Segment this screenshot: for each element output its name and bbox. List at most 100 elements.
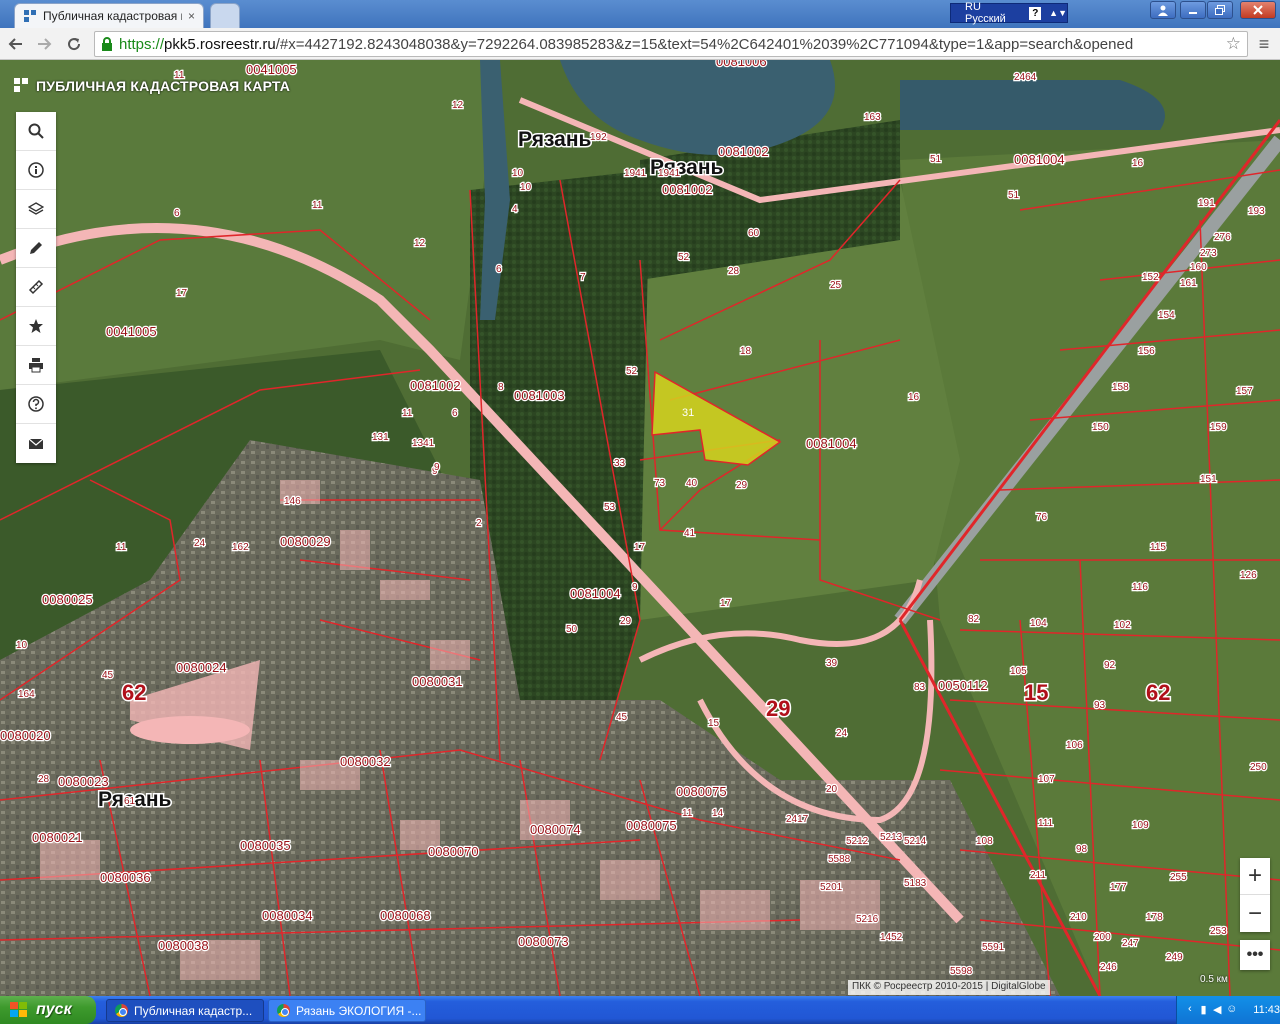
star-icon[interactable]	[16, 307, 56, 346]
parcel-label: 1941	[658, 168, 681, 179]
parcel-label: 16	[908, 392, 920, 403]
parcel-label: 10	[16, 640, 28, 651]
parcel-label: 250	[1250, 762, 1267, 773]
parcel-label: 17	[176, 288, 188, 299]
parcel-label: 28	[38, 774, 50, 785]
parcel-label: 255	[1170, 872, 1187, 883]
parcel-label: 157	[1236, 386, 1253, 397]
selected-parcel-label: 31	[682, 407, 694, 419]
parcel-label: 12	[452, 100, 464, 111]
pink-pond	[130, 716, 250, 744]
parcel-label: 53	[604, 502, 616, 513]
parcel-label: 61	[124, 796, 136, 807]
cadastral-quarter-label: 0041005	[106, 324, 157, 339]
mail-icon[interactable]	[16, 424, 56, 463]
parcel-label: 28	[728, 266, 740, 277]
city-label: Рязань	[518, 128, 592, 151]
cadastral-quarter-label: 0081004	[1014, 152, 1065, 167]
parcel-label: 45	[616, 712, 628, 723]
parcel-label: 10	[512, 168, 524, 179]
parcel-label: 16	[1132, 158, 1144, 169]
parcel-label: 73	[654, 478, 666, 489]
parcel-label: 5591	[982, 942, 1005, 953]
cadastral-map[interactable]: 31 Рязань Рязань Рязань 62 62 15 29 0041005 0081…	[0, 60, 1280, 996]
parcel-label: 246	[1100, 962, 1117, 973]
parcel-label: 5213	[880, 832, 903, 843]
parcel-label: 92	[1104, 660, 1116, 671]
parcel-label: 50	[566, 624, 578, 635]
rosreestr-favicon-icon	[23, 9, 37, 23]
user-profile-icon[interactable]	[1150, 1, 1176, 19]
layers-icon[interactable]	[16, 190, 56, 229]
cadastral-quarter-label: 0081006	[716, 60, 767, 69]
cadastral-quarter-label: 0080034	[262, 908, 313, 923]
cadastral-quarter-label: 0080075	[626, 818, 677, 833]
language-arrows-icon[interactable]: ▲▼	[1049, 8, 1067, 18]
language-help-icon[interactable]: ?	[1029, 6, 1042, 20]
more-options-button[interactable]: •••	[1240, 940, 1270, 970]
parcel-label: 193	[1248, 206, 1265, 217]
parcel-label: 164	[18, 689, 35, 700]
parcel-label: 158	[1112, 382, 1129, 393]
pencil-icon[interactable]	[16, 229, 56, 268]
minimize-button[interactable]	[1180, 1, 1206, 19]
parcel-label: 11	[312, 200, 323, 211]
parcel-label: 52	[678, 252, 690, 263]
parcel-label: 116	[1132, 582, 1148, 593]
url-path: /#x=4427192.8243048038&y=7292264.0839852…	[275, 35, 1134, 53]
cadastral-quarter-label: 0080068	[380, 908, 431, 923]
back-arrow-icon[interactable]	[4, 32, 28, 56]
ruler-icon[interactable]	[16, 268, 56, 307]
network-icon[interactable]: ▮	[1199, 1003, 1209, 1017]
cadastral-quarter-label: 0080036	[100, 870, 151, 885]
url-scheme: https://	[119, 35, 165, 53]
language-bar[interactable]: RU Русский ? ▲▼	[950, 1, 1068, 25]
parcel-label: 5598	[950, 966, 973, 977]
taskbar-item-label: Рязань ЭКОЛОГИЯ -...	[296, 1003, 422, 1018]
tray-arrow-icon[interactable]: ‹	[1185, 1003, 1195, 1017]
search-icon[interactable]	[16, 112, 56, 151]
parcel-label: 107	[1038, 774, 1055, 785]
tab-active[interactable]: Публичная кадастровая к ×	[14, 3, 204, 28]
window-titlebar: Публичная кадастровая к × RU Русский ? ▲…	[0, 0, 1280, 28]
parcel-label: 154	[1158, 310, 1175, 321]
parcel-label: 51	[1008, 190, 1020, 201]
close-window-button[interactable]	[1240, 1, 1276, 19]
map-canvas[interactable]: 31 РязаньРязаньРязань62 62152900410050081…	[0, 60, 1280, 996]
browser-menu-icon[interactable]: ≡	[1254, 34, 1274, 54]
zoom-out-button[interactable]: −	[1240, 895, 1270, 932]
start-button[interactable]: пуск	[0, 996, 96, 1024]
parcel-label: 17	[720, 598, 732, 609]
parcel-label: 10	[520, 182, 532, 193]
new-tab-button[interactable]	[210, 3, 240, 28]
parcel-label: 45	[102, 670, 114, 681]
parcel-label: 273	[1200, 248, 1217, 259]
parcel-label: 5214	[904, 836, 927, 847]
parcel-label: 191	[1198, 198, 1215, 209]
volume-icon[interactable]: ◀	[1212, 1003, 1222, 1017]
parcel-label: 108	[976, 836, 993, 847]
cadastral-quarter-label: 0081004	[806, 436, 857, 451]
help-icon[interactable]	[16, 385, 56, 424]
info-icon[interactable]	[16, 151, 56, 190]
parcel-label: 177	[1110, 882, 1127, 893]
taskbar-item-cadastral[interactable]: Публичная кадастр...	[106, 999, 264, 1022]
parcel-label: 178	[1146, 912, 1163, 923]
bookmark-star-icon[interactable]: ☆	[1226, 34, 1241, 54]
tab-close-icon[interactable]: ×	[188, 9, 195, 23]
parcel-label: 51	[930, 154, 942, 165]
zoom-in-button[interactable]: +	[1240, 858, 1270, 895]
reload-icon[interactable]	[62, 32, 86, 56]
parcel-label: 76	[1036, 512, 1048, 523]
parcel-label: 150	[1092, 422, 1109, 433]
forward-arrow-icon[interactable]	[32, 32, 56, 56]
address-bar[interactable]: https://pkk5.rosreestr.ru/#x=4427192.824…	[94, 31, 1248, 57]
messenger-icon[interactable]: ☺	[1226, 1003, 1237, 1017]
parcel-label: 12	[414, 238, 426, 249]
parcel-label: 60	[748, 228, 760, 239]
parcel-label: 9	[632, 582, 638, 593]
restore-button[interactable]	[1207, 1, 1233, 19]
taskbar-item-ryazan[interactable]: Рязань ЭКОЛОГИЯ -...	[268, 999, 426, 1022]
parcel-label: 33	[614, 458, 626, 469]
print-icon[interactable]	[16, 346, 56, 385]
